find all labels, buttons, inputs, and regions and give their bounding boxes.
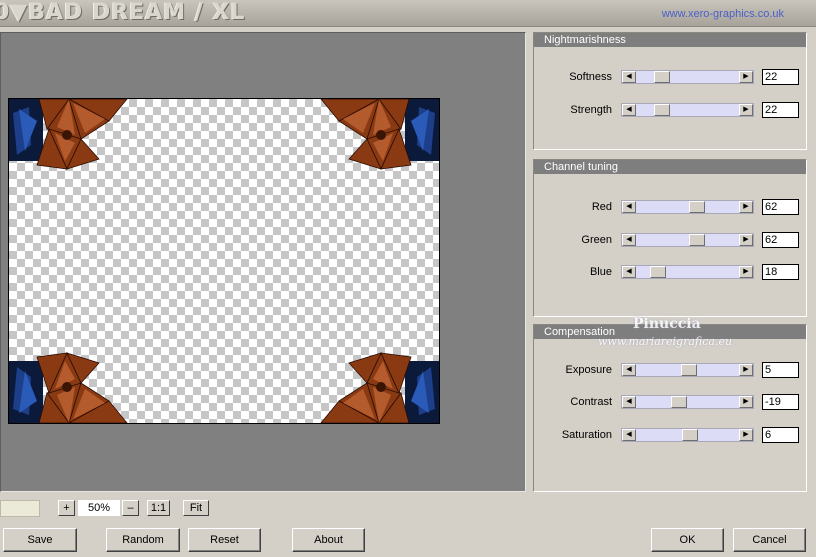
slider-thumb[interactable] (689, 234, 705, 246)
scroll-right-icon[interactable]: ▶ (739, 266, 753, 278)
scroll-right-icon[interactable]: ▶ (739, 429, 753, 441)
contrast-label: Contrast (570, 396, 612, 408)
contrast-input[interactable]: -19 (762, 394, 799, 410)
exposure-row: Exposure ◀ ▶ 5 (534, 362, 806, 378)
red-label: Red (591, 201, 612, 213)
fit-button[interactable]: Fit (183, 500, 209, 516)
slider-thumb[interactable] (654, 71, 670, 83)
blue-label: Blue (589, 266, 612, 278)
strength-row: Strength ◀ ▶ 22 (534, 102, 806, 118)
slider-thumb[interactable] (682, 429, 698, 441)
website-link[interactable]: www.xero-graphics.co.uk (662, 8, 784, 20)
scroll-left-icon[interactable]: ◀ (622, 266, 636, 278)
saturation-label: Saturation (561, 429, 612, 441)
red-input[interactable]: 62 (762, 199, 799, 215)
saturation-input[interactable]: 6 (762, 427, 799, 443)
scroll-right-icon[interactable]: ▶ (739, 364, 753, 376)
contrast-row: Contrast ◀ ▶ -19 (534, 394, 806, 410)
flower-ornament-image (9, 352, 128, 423)
softness-label: Softness (569, 71, 612, 83)
green-row: Green ◀ ▶ 62 (534, 232, 806, 248)
red-row: Red ◀ ▶ 62 (534, 199, 806, 215)
scroll-left-icon[interactable]: ◀ (622, 396, 636, 408)
green-label: Green (581, 234, 612, 246)
preview-area[interactable] (0, 32, 526, 492)
contrast-slider[interactable]: ◀ ▶ (621, 395, 754, 409)
strength-input[interactable]: 22 (762, 102, 799, 118)
flower-ornament-image (320, 352, 439, 423)
corner-ornament (9, 99, 129, 179)
softness-input[interactable]: 22 (762, 69, 799, 85)
plugin-logo: 0▼BAD DREAM / XL (0, 0, 246, 25)
about-button[interactable]: About (292, 528, 365, 552)
scroll-right-icon[interactable]: ▶ (739, 234, 753, 246)
scroll-right-icon[interactable]: ▶ (739, 396, 753, 408)
corner-ornament (319, 99, 439, 179)
exposure-input[interactable]: 5 (762, 362, 799, 378)
reset-button[interactable]: Reset (188, 528, 261, 552)
slider-thumb[interactable] (681, 364, 697, 376)
panel-title: Nightmarishness (534, 33, 806, 47)
status-field (0, 500, 40, 517)
actual-size-button[interactable]: 1:1 (147, 500, 170, 516)
scroll-right-icon[interactable]: ▶ (739, 104, 753, 116)
flower-ornament-image (320, 99, 439, 170)
scroll-right-icon[interactable]: ▶ (739, 71, 753, 83)
scroll-right-icon[interactable]: ▶ (739, 201, 753, 213)
preview-image[interactable] (8, 98, 440, 424)
corner-ornament (9, 343, 129, 423)
nightmarishness-panel: Nightmarishness Softness ◀ ▶ 22 Strength… (533, 32, 807, 150)
scroll-left-icon[interactable]: ◀ (622, 364, 636, 376)
scroll-left-icon[interactable]: ◀ (622, 234, 636, 246)
slider-thumb[interactable] (689, 201, 705, 213)
random-button[interactable]: Random (106, 528, 180, 552)
exposure-slider[interactable]: ◀ ▶ (621, 363, 754, 377)
exposure-label: Exposure (565, 364, 612, 376)
red-slider[interactable]: ◀ ▶ (621, 200, 754, 214)
saturation-slider[interactable]: ◀ ▶ (621, 428, 754, 442)
zoom-in-button[interactable]: + (58, 500, 75, 516)
green-input[interactable]: 62 (762, 232, 799, 248)
flower-ornament-image (9, 99, 128, 170)
scroll-left-icon[interactable]: ◀ (622, 104, 636, 116)
blue-input[interactable]: 18 (762, 264, 799, 280)
channel-tuning-panel: Channel tuning Red ◀ ▶ 62 Green ◀ ▶ 62 B… (533, 159, 807, 317)
save-button[interactable]: Save (3, 528, 77, 552)
scroll-left-icon[interactable]: ◀ (622, 71, 636, 83)
saturation-row: Saturation ◀ ▶ 6 (534, 427, 806, 443)
blue-row: Blue ◀ ▶ 18 (534, 264, 806, 280)
softness-row: Softness ◀ ▶ 22 (534, 69, 806, 85)
slider-thumb[interactable] (654, 104, 670, 116)
title-bar: 0▼BAD DREAM / XL www.xero-graphics.co.uk (0, 0, 816, 27)
blue-slider[interactable]: ◀ ▶ (621, 265, 754, 279)
ok-button[interactable]: OK (651, 528, 724, 552)
softness-slider[interactable]: ◀ ▶ (621, 70, 754, 84)
compensation-panel: Compensation Exposure ◀ ▶ 5 Contrast ◀ ▶… (533, 324, 807, 492)
scroll-left-icon[interactable]: ◀ (622, 201, 636, 213)
watermark-site: www.mariareigrafica.eu (598, 335, 733, 348)
green-slider[interactable]: ◀ ▶ (621, 233, 754, 247)
zoom-out-button[interactable]: – (122, 500, 139, 516)
cancel-button[interactable]: Cancel (733, 528, 806, 552)
watermark-name: Pinuccia (633, 316, 701, 332)
corner-ornament (319, 343, 439, 423)
strength-slider[interactable]: ◀ ▶ (621, 103, 754, 117)
zoom-level[interactable]: 50% (78, 500, 120, 516)
slider-thumb[interactable] (671, 396, 687, 408)
strength-label: Strength (570, 104, 612, 116)
slider-thumb[interactable] (650, 266, 666, 278)
scroll-left-icon[interactable]: ◀ (622, 429, 636, 441)
panel-title: Channel tuning (534, 160, 806, 174)
